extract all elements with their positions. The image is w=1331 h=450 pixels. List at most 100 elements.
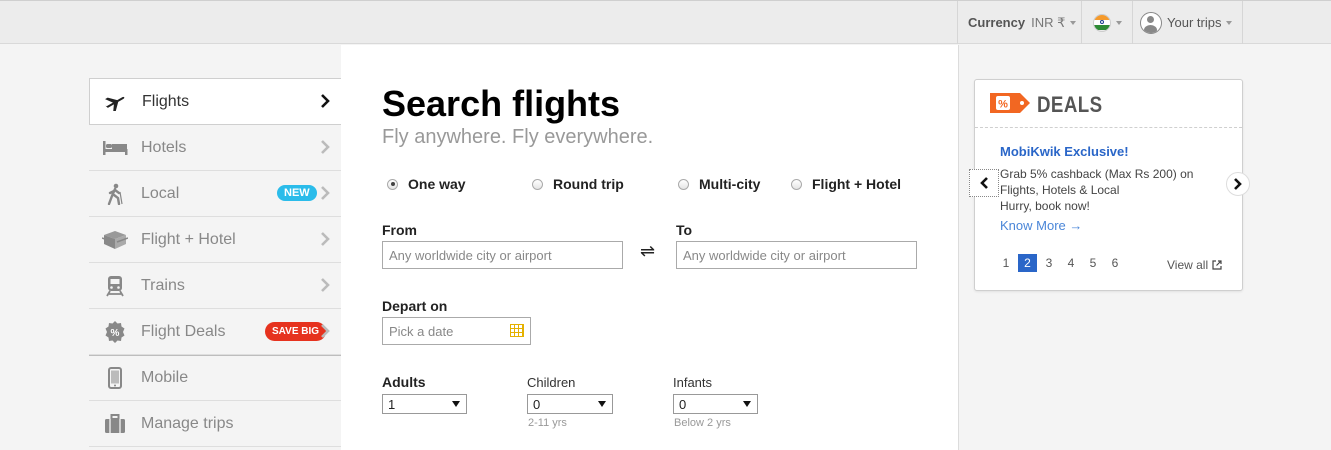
new-badge: NEW [277, 185, 317, 201]
external-link-icon [1212, 260, 1222, 270]
sidebar-item-flight-hotel[interactable]: Flight + Hotel [89, 217, 341, 263]
trip-type-multi-city[interactable]: Multi-city [678, 176, 760, 192]
deals-pagination: 1 2 3 4 5 6 [995, 254, 1126, 272]
page-link[interactable]: 3 [1038, 254, 1060, 272]
calendar-icon[interactable] [510, 324, 524, 337]
children-select[interactable]: 0 [527, 394, 613, 414]
chevron-down-icon [1070, 20, 1077, 25]
trip-type-label: Flight + Hotel [812, 176, 902, 192]
radio-button-selected[interactable] [387, 178, 398, 190]
sidebar-item-manage-trips[interactable]: Manage trips [89, 401, 341, 447]
country-selector[interactable] [1081, 1, 1132, 44]
your-trips-menu[interactable]: Your trips [1132, 1, 1243, 44]
deals-widget: % DEALS MobiKwik Exclusive! Grab 5% cash… [969, 79, 1250, 291]
sidebar-item-label: Manage trips [141, 414, 234, 432]
flight-search-panel: Search flights Fly anywhere. Fly everywh… [341, 45, 959, 450]
chevron-down-icon [1116, 20, 1122, 25]
sidebar-item-local[interactable]: Local NEW [89, 171, 341, 217]
trip-type-label: One way [408, 176, 466, 192]
adults-label: Adults [382, 374, 426, 390]
sidebar-item-label: Flight Deals [141, 322, 226, 340]
to-label: To [676, 222, 693, 238]
from-label: From [382, 222, 417, 238]
your-trips-label: Your trips [1167, 15, 1222, 30]
depart-label: Depart on [382, 298, 448, 314]
carousel-prev-button[interactable] [969, 169, 999, 197]
page-link[interactable]: 1 [995, 254, 1017, 272]
know-more-link[interactable]: Know More → [1000, 218, 1082, 233]
briefcase-icon [89, 413, 141, 434]
view-all-link[interactable]: View all [1167, 258, 1222, 272]
page-link-current[interactable]: 2 [1018, 254, 1037, 272]
radio-button[interactable] [791, 178, 802, 190]
bed-icon [89, 140, 141, 156]
depart-date-input[interactable] [382, 317, 531, 345]
children-hint: 2-11 yrs [528, 417, 567, 429]
radio-button[interactable] [532, 178, 543, 190]
deals-title: DEALS [1037, 92, 1103, 117]
sidebar-item-flight-deals[interactable]: % Flight Deals SAVE BIG [89, 309, 341, 355]
sidebar-nav: Flights Hotels Local NEW Flight + Hotel … [89, 78, 341, 447]
deal-desc-line: Grab 5% cashback (Max Rs 200) on [1000, 167, 1194, 181]
sidebar-item-trains[interactable]: Trains [89, 263, 341, 309]
percent-icon: % [89, 320, 141, 343]
page-subtitle: Fly anywhere. Fly everywhere. [382, 126, 654, 148]
dropdown-arrow-icon [743, 401, 751, 407]
dropdown-arrow-icon [598, 401, 606, 407]
trip-type-one-way[interactable]: One way [387, 176, 466, 192]
tag-symbol: % [998, 99, 1008, 111]
infants-value: 0 [679, 397, 687, 412]
deals-header: % DEALS [975, 80, 1242, 128]
radio-button[interactable] [678, 178, 689, 190]
sidebar-item-hotels[interactable]: Hotels [89, 125, 341, 171]
svg-text:%: % [111, 328, 120, 339]
sidebar-item-label: Local [141, 184, 180, 202]
currency-selector[interactable]: Currency INR ₹ [957, 1, 1081, 44]
sidebar-item-label: Flights [142, 92, 190, 110]
plane-icon [90, 93, 142, 111]
chevron-left-icon [980, 177, 988, 189]
chevron-right-icon [321, 94, 330, 108]
trip-type-round-trip[interactable]: Round trip [532, 176, 624, 192]
page-title: Search flights [382, 83, 621, 124]
package-icon [89, 230, 141, 250]
from-input[interactable] [382, 241, 623, 269]
children-label: Children [527, 375, 576, 390]
sidebar-item-mobile[interactable]: Mobile [89, 355, 341, 401]
deal-desc-line: Hurry, book now! [1000, 199, 1090, 213]
train-icon [89, 275, 141, 297]
adults-select[interactable]: 1 [382, 394, 467, 414]
to-input[interactable] [676, 241, 917, 269]
chevron-right-icon [321, 278, 330, 292]
trip-type-flight-hotel[interactable]: Flight + Hotel [791, 176, 901, 192]
deal-desc-line: Flights, Hotels & Local [1000, 183, 1120, 197]
page-link[interactable]: 4 [1060, 254, 1082, 272]
chevron-right-icon [1234, 178, 1242, 190]
chevron-right-icon [321, 140, 330, 154]
currency-label: Currency [968, 15, 1026, 30]
dropdown-arrow-icon [452, 401, 460, 407]
deal-tag-icon: % [990, 93, 1030, 113]
india-flag-icon [1093, 13, 1111, 32]
carousel-next-button[interactable] [1226, 172, 1250, 196]
sidebar-item-label: Flight + Hotel [141, 230, 236, 248]
sidebar-item-label: Trains [141, 276, 185, 294]
sidebar-item-flights[interactable]: Flights [89, 78, 341, 125]
swap-icon[interactable]: ⇌ [640, 241, 655, 262]
deal-title-link[interactable]: MobiKwik Exclusive! [1000, 144, 1129, 159]
page-link[interactable]: 6 [1104, 254, 1126, 272]
view-all-label: View all [1167, 258, 1209, 272]
trip-type-label: Multi-city [699, 176, 761, 192]
infants-select[interactable]: 0 [673, 394, 758, 414]
user-avatar-icon [1140, 11, 1162, 34]
infants-hint: Below 2 yrs [674, 417, 731, 429]
sidebar-item-label: Hotels [141, 138, 187, 156]
children-value: 0 [533, 397, 541, 412]
chevron-right-icon [321, 186, 330, 200]
mobile-icon [89, 367, 141, 389]
page-link[interactable]: 5 [1082, 254, 1104, 272]
deal-description: Grab 5% cashback (Max Rs 200) on Flights… [1000, 166, 1210, 214]
adults-value: 1 [388, 397, 396, 412]
chevron-down-icon [1226, 20, 1233, 25]
sidebar-item-label: Mobile [141, 369, 189, 386]
